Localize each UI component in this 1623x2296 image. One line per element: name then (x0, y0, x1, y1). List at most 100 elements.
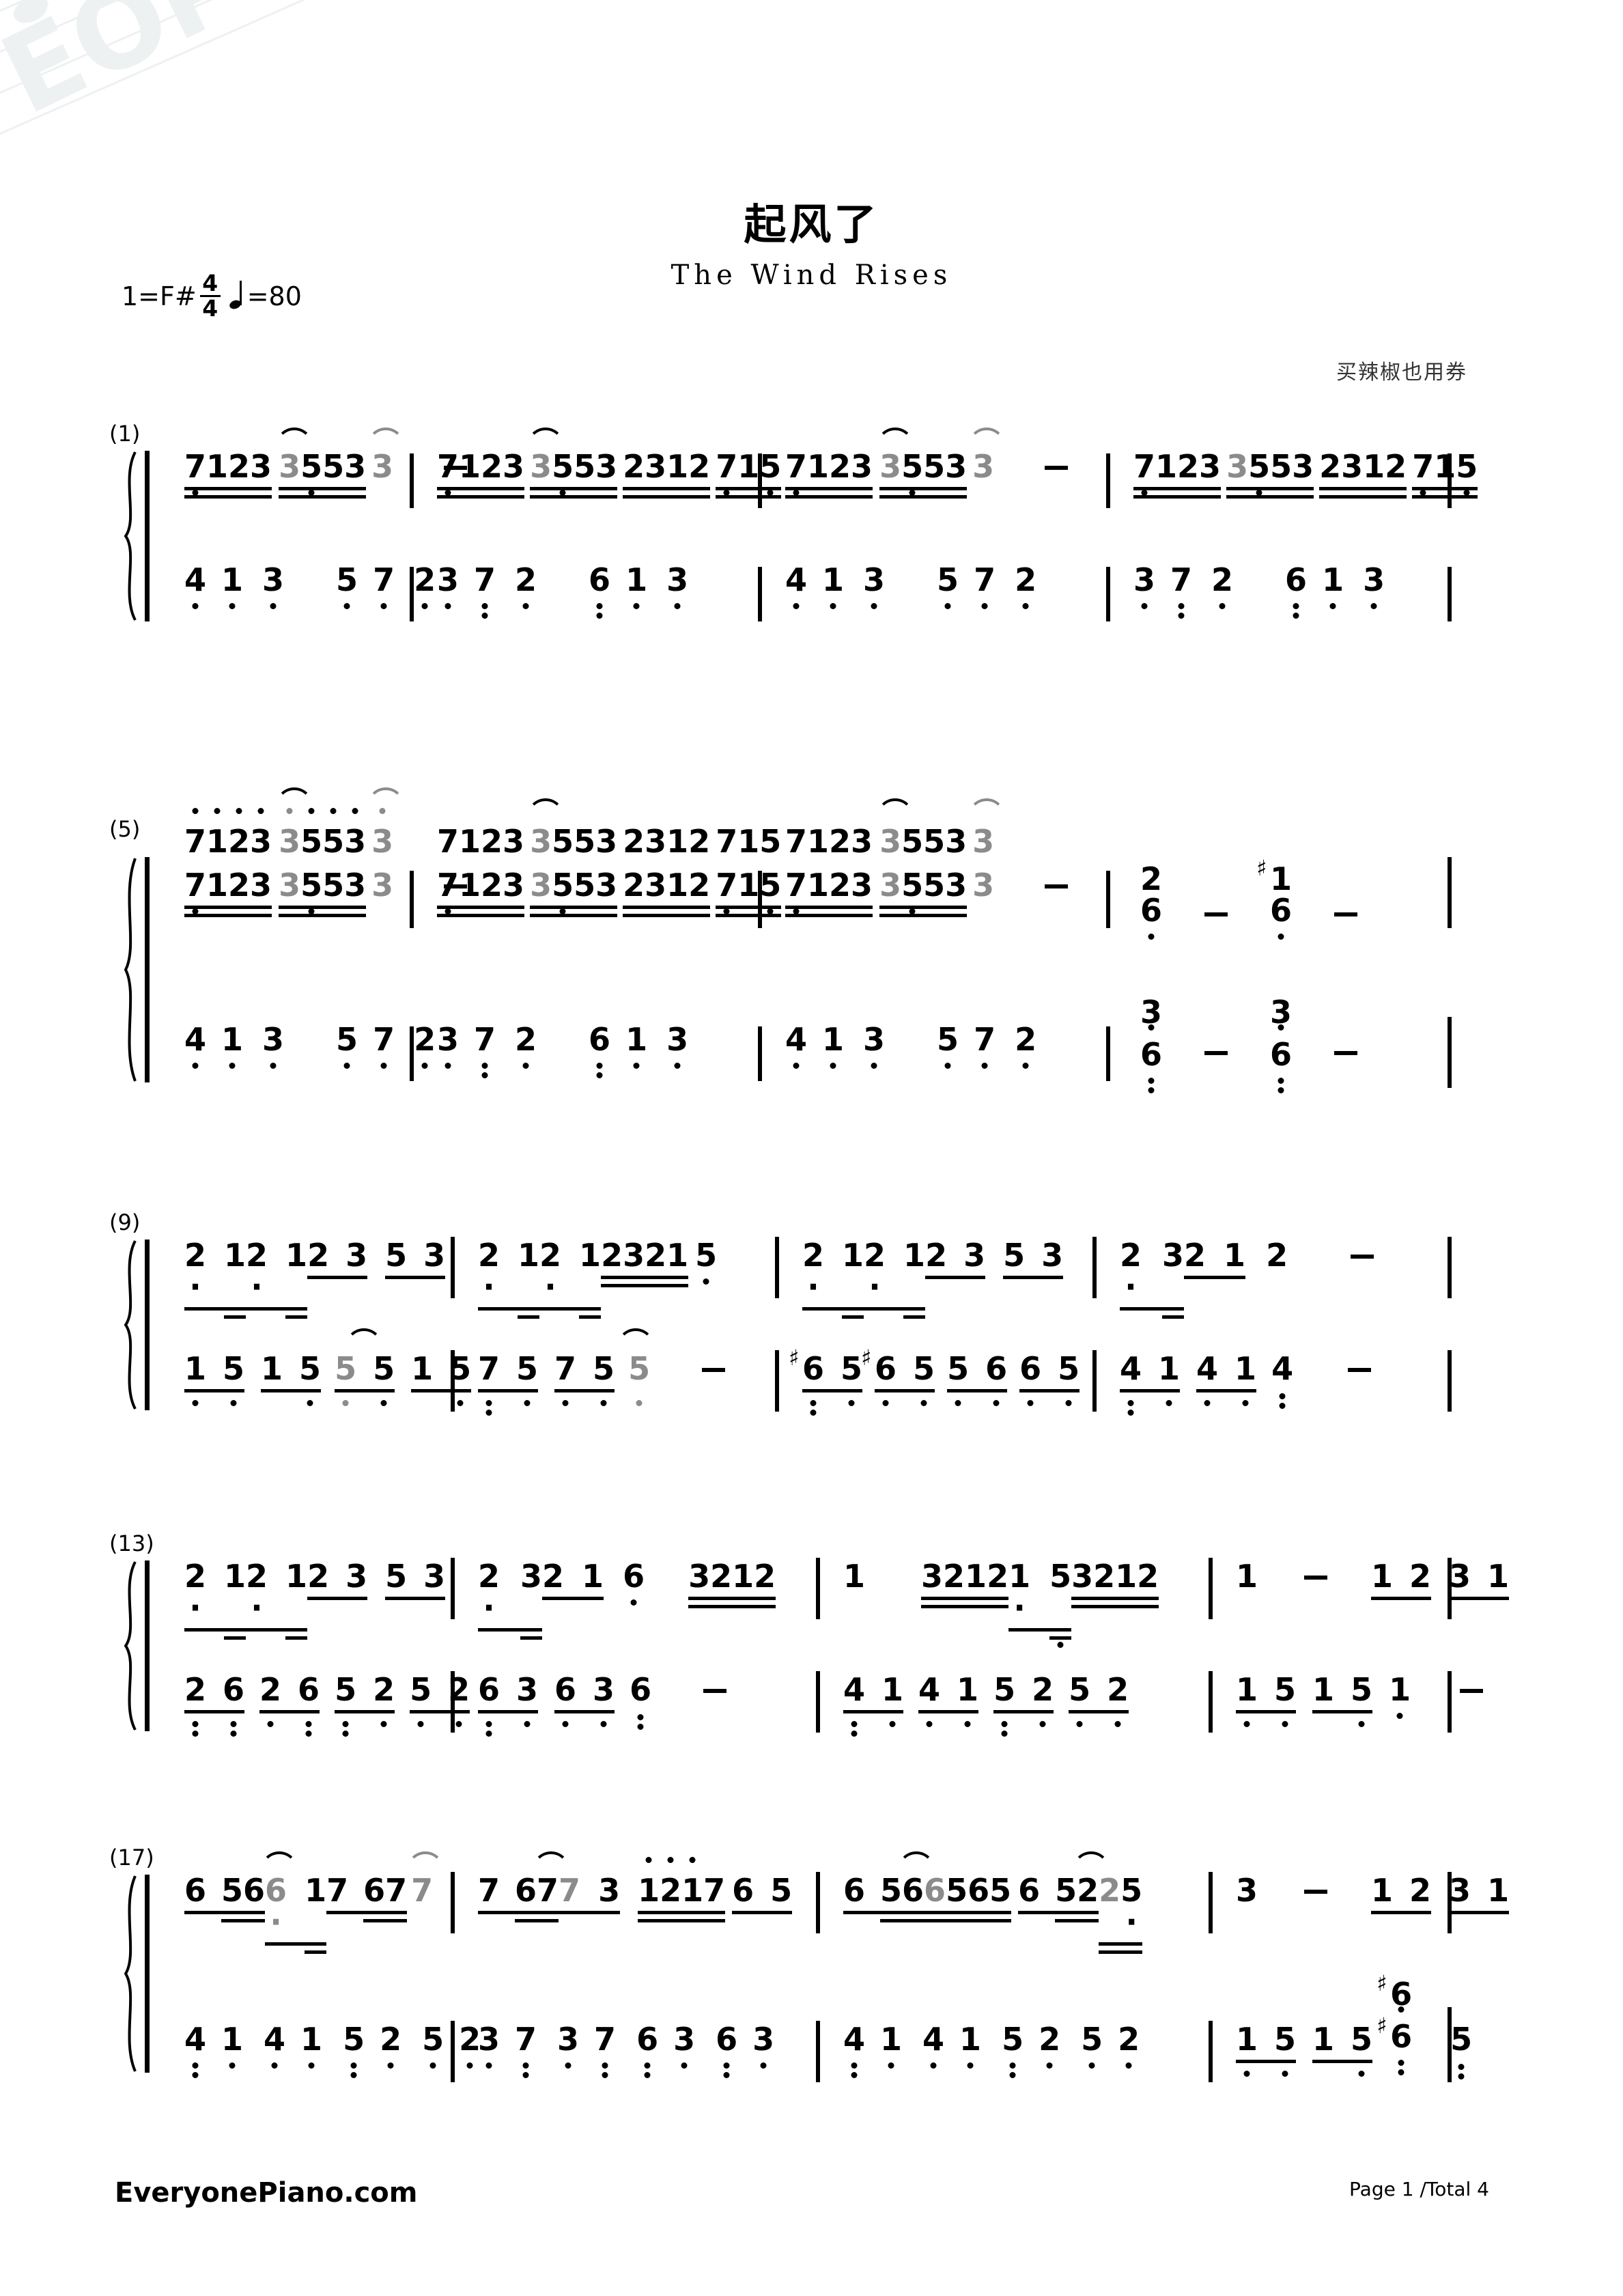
note: 3 (367, 787, 405, 857)
system-3: (9) 2 · 1 2 · 1 2 3 5 3 2 · 1 2 · 1 2 3 … (109, 1209, 1516, 1416)
note: 1 (579, 1240, 602, 1319)
note: 3 (595, 448, 618, 485)
beam-group: 3 5 5 3 (527, 798, 617, 860)
beam-group: 3 1 (1449, 1875, 1510, 1914)
measure-20-treble: 3 1 2 3 1 (1236, 1872, 1510, 1950)
barline (1106, 871, 1110, 928)
note: 1 (1322, 564, 1344, 609)
measure-13-bass: 2 6 2 6 5 2 5 2 (184, 1674, 470, 1749)
note: 5 (322, 867, 345, 904)
barline (1448, 1872, 1452, 1933)
barline (1448, 857, 1452, 928)
note: 1 (1115, 1558, 1138, 1595)
measure-6-treble: 7 1 2 3 3 5 5 3 2 3 1 2 7 1 5 (437, 867, 782, 985)
note: 2 (623, 823, 645, 860)
note: 5 (1351, 2024, 1372, 2077)
note: 5 (574, 823, 596, 860)
note: 2 (1409, 1872, 1432, 1909)
note: 2 (380, 2024, 401, 2069)
measure-number-5: (5) (109, 816, 141, 842)
note: 3 (623, 1237, 645, 1274)
system-4: (13) 2 · 1 2 · 1 2 3 5 3 2 · 3 2 1 6 3 2… (109, 1530, 1516, 1737)
beam-group: 2 3 2 1 (601, 1237, 689, 1287)
note: 3 (503, 823, 525, 860)
barline (451, 1237, 455, 1298)
note: 1 (285, 1560, 308, 1640)
sharp-icon: ♯ (1377, 1970, 1387, 1996)
note: 3 (863, 1024, 885, 1069)
beam-group: 7 1 2 3 (184, 448, 272, 499)
beam-group: 3 2 1 2 (921, 1560, 1009, 1608)
note: 6 (243, 1872, 266, 1909)
treble-staff-2: 7 1 2 3 3 5 5 3 3 7 1 2 3 3 5 5 3 3 7 1 … (109, 787, 1516, 973)
note: 3 (851, 448, 873, 485)
note: 3 (752, 2024, 774, 2069)
barline (1448, 2007, 1452, 2082)
note: 5 (574, 448, 596, 485)
beam-group: 3 5 5 3 (276, 787, 366, 857)
note: 3 (1292, 448, 1314, 485)
measure-17-treble: 6 5 6 6 · 1 7 6 7 7 (184, 1851, 444, 1954)
note: 3 (530, 867, 552, 904)
measure-9-treble: 2 · 1 2 · 1 2 3 5 3 (184, 1240, 446, 1319)
measure-19-bass: 4 1 4 1 5 2 5 2 (843, 2024, 1140, 2099)
beam-group: 7 6 7 (326, 1875, 408, 1922)
note: 2 (228, 448, 251, 485)
barline (451, 1350, 455, 1412)
beam-group: 2 1 (1184, 1240, 1246, 1279)
barline (410, 1026, 414, 1081)
barline (451, 1671, 455, 1733)
note: 1 (285, 1240, 308, 1319)
beam-group: 6 5 6 5 (924, 1875, 1012, 1922)
note: 2 (1409, 1558, 1432, 1595)
sustain-dash (1334, 1051, 1358, 1055)
beam-group: 7 1 2 3 (184, 808, 272, 857)
note: 3 (688, 1558, 711, 1595)
note: 7 (537, 1872, 559, 1909)
note: 3 (503, 867, 525, 904)
note: 1 (625, 1024, 647, 1069)
note: 3 (968, 798, 1006, 857)
note: 5 (901, 869, 923, 914)
note: 7 (474, 1024, 496, 1078)
sustain-dash (1304, 1890, 1328, 1894)
beam-group: 3 5 5 3 (527, 428, 618, 499)
note: 2 (1077, 1872, 1099, 1909)
measure-20-bass: 1 5 1 5 ♯ 6 ♯ 6 5 (1236, 1970, 1472, 2099)
footer-site-name[interactable]: EveryonePiano.com (115, 2177, 417, 2209)
note: 5 · (1120, 1872, 1143, 1940)
note: ♯ 6 (1377, 2013, 1412, 2075)
note: 6 (223, 1674, 244, 1737)
note: 2 (1015, 564, 1036, 609)
note: 3 (262, 1024, 284, 1069)
beam-group: 7 1 5 (716, 867, 782, 917)
note: 2 (481, 448, 503, 485)
measure-10-bass: 7 5 7 5 5 (478, 1328, 726, 1428)
note: 6 (1270, 895, 1292, 940)
barline (775, 1237, 779, 1298)
bass-staff-1: 4 1 3 5 7 2 3 7 2 6 1 3 4 1 3 5 7 2 3 7 … (109, 564, 1516, 639)
measure-16-bass: 1 5 1 5 1 (1236, 1674, 1484, 1749)
note: 1 (184, 1353, 206, 1406)
beam-group: 5 5 (335, 1328, 395, 1406)
svg-text:EOP: EOP (0, 0, 262, 139)
note: 6 (985, 1353, 1007, 1406)
sustain-dash (1045, 884, 1069, 888)
note: 3 (530, 448, 552, 485)
note: 1 (737, 867, 760, 904)
page-title: 起风了 (744, 199, 879, 249)
note: 2 (481, 823, 503, 860)
note: 2 (1266, 1237, 1288, 1274)
beam-group: 4 1 (843, 1674, 904, 1737)
beam-group: 1 5 (1312, 2024, 1373, 2077)
note: 2 (829, 867, 851, 904)
note: 2 · (246, 1558, 268, 1626)
note: 6 · (265, 1872, 287, 1940)
measure-1-treble: 7 1 2 3 3 5 5 3 3 (184, 428, 468, 526)
note: 6 (589, 1024, 610, 1078)
note: 5 (552, 823, 574, 860)
note: 5 (422, 2024, 444, 2069)
beam-group: 5 2 (335, 1674, 395, 1737)
measure-4-bass: 3 7 2 6 1 3 (1133, 564, 1385, 639)
note: 1 (224, 1560, 246, 1640)
